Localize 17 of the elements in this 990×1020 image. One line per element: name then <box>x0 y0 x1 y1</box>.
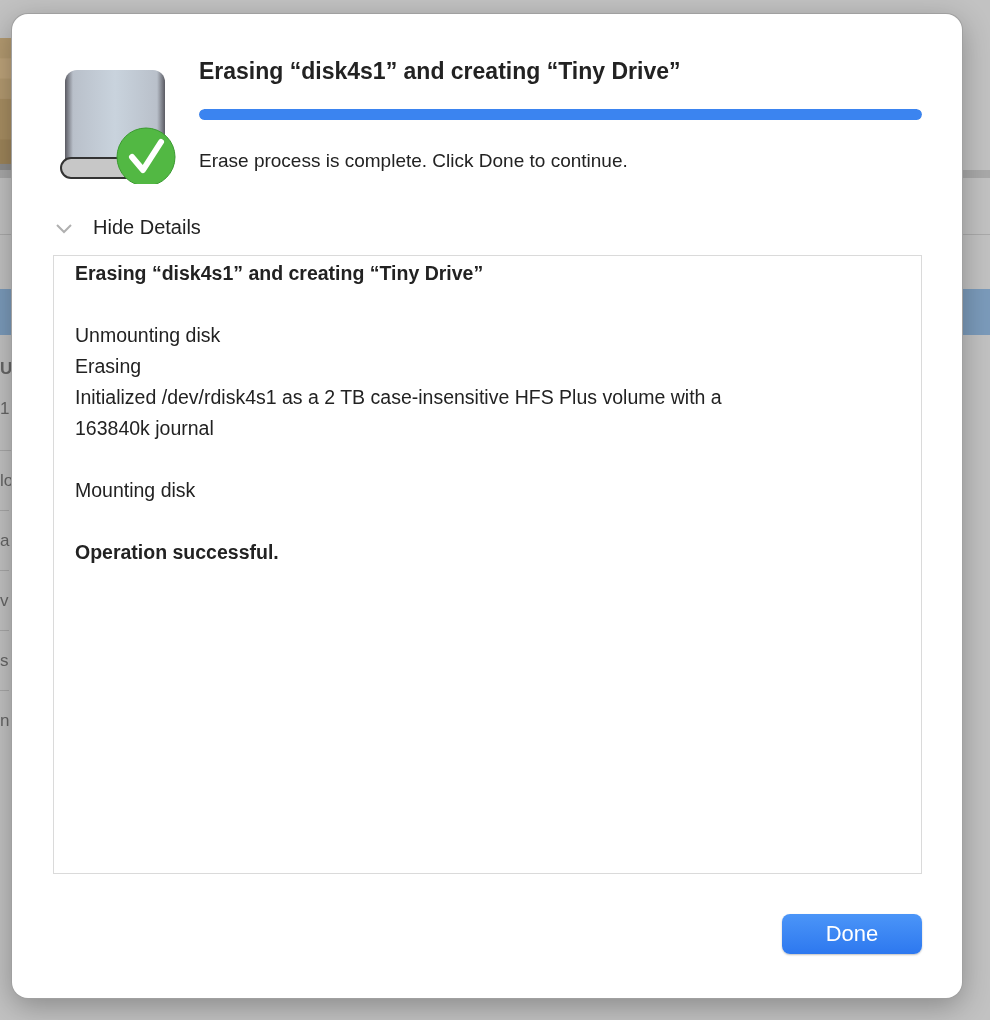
details-toggle[interactable]: Hide Details <box>53 216 201 239</box>
status-message: Erase process is complete. Click Done to continue. <box>199 150 629 172</box>
log-line: Unmounting disk <box>75 323 222 348</box>
background-text: U <box>0 358 13 380</box>
log-line: Erasing <box>75 354 143 379</box>
log-line: Erasing “disk4s1” and creating “Tiny Drive” <box>75 261 485 286</box>
chevron-icon <box>55 221 73 234</box>
background-text: 1 <box>0 398 10 420</box>
background-text: n <box>0 691 10 751</box>
background-text: v <box>0 571 9 631</box>
log-line: Mounting disk <box>75 478 197 503</box>
background-text: a <box>0 511 10 571</box>
done-button[interactable]: Done <box>782 914 922 954</box>
log-line: Operation successful. <box>75 540 280 565</box>
dialog-title: Erasing “disk4s1” and creating “Tiny Drive” <box>199 58 682 85</box>
log-line: Initialized /dev/rdisk4s1 as a 2 TB case-insensitive HFS Plus volume with a 163840k journal <box>75 385 723 441</box>
background-text: s <box>0 631 9 691</box>
